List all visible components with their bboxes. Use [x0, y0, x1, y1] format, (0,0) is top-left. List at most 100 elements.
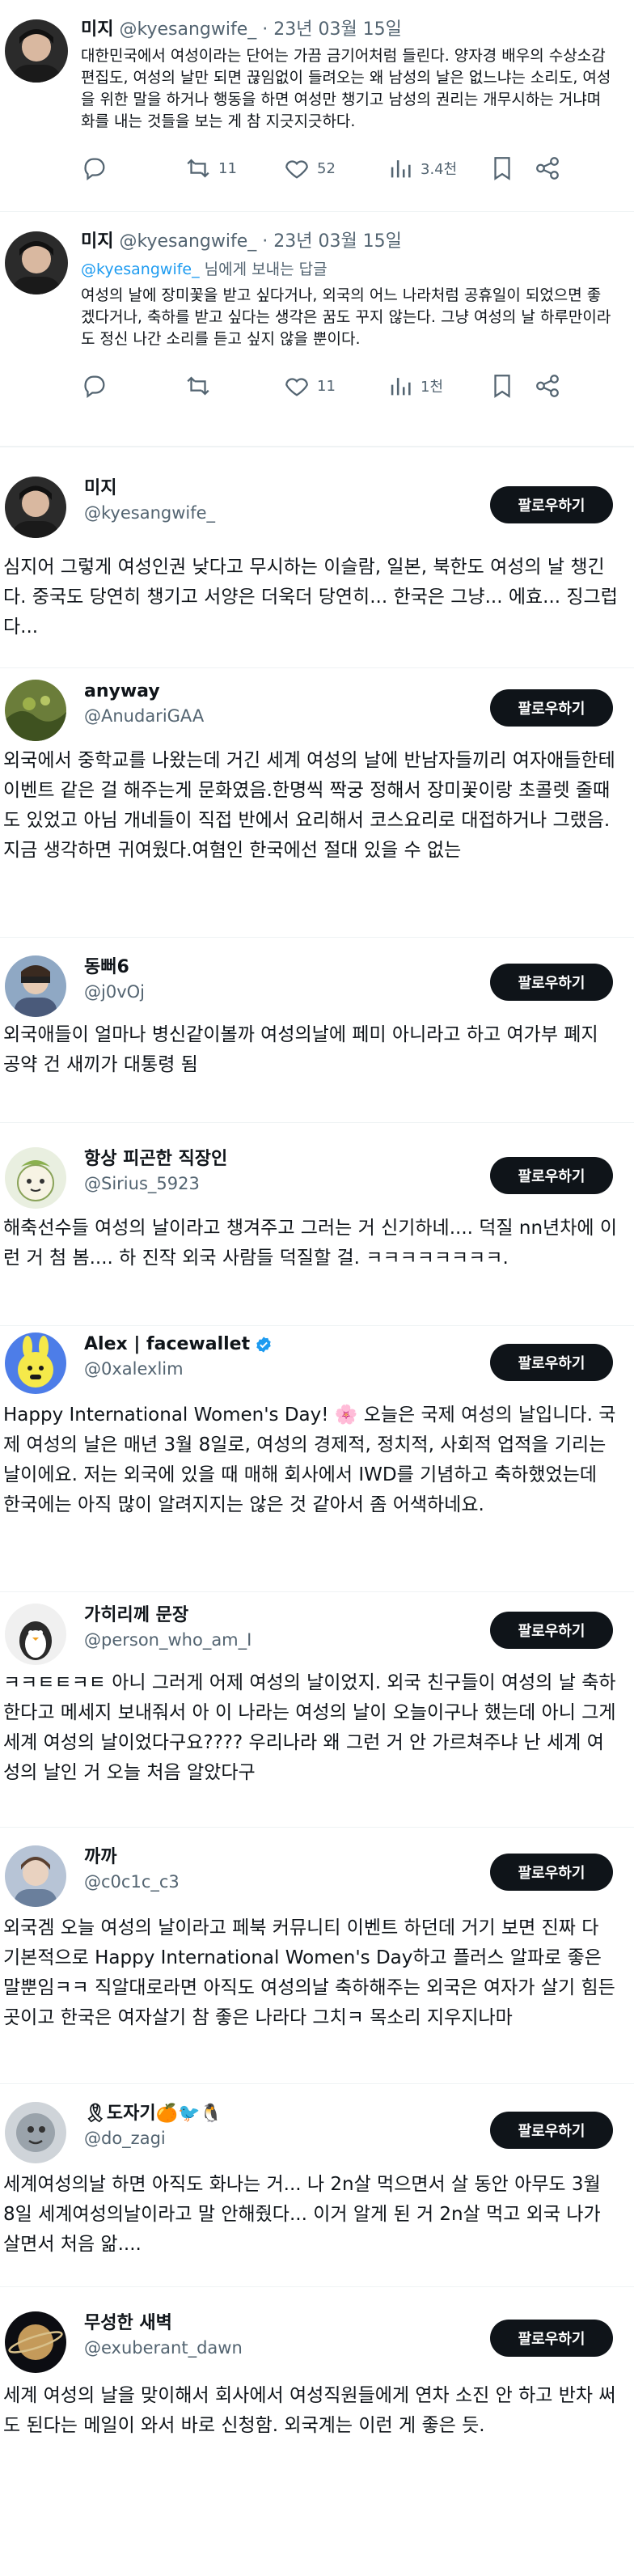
user-bio: 외국겜 오늘 여성의 날이라고 페북 커뮤니티 이벤트 하던데 거기 보면 진짜… [3, 1917, 615, 2028]
avatar[interactable] [5, 477, 66, 538]
tweet-text: 여성의 날에 장미꽃을 받고 싶다거나, 외국의 어느 나라처럼 공휴일이 되었… [81, 286, 611, 348]
user-names: 무성한 새벽 @exuberant_dawn [84, 2311, 243, 2360]
user-names: 항상 피곤한 직장인 @Sirius_5923 [84, 1147, 227, 1196]
user-card[interactable]: 까까 @c0c1c_c3 팔로우하기 외국겜 오늘 여성의 날이라고 페북 커뮤… [0, 1827, 634, 2083]
bookmark-icon [494, 157, 510, 180]
avatar[interactable] [5, 2102, 66, 2163]
user-handle[interactable]: @Sirius_5923 [84, 1171, 227, 1196]
user-name[interactable]: anyway [84, 680, 204, 704]
tweet-actions: 11 52 3.4천 [81, 152, 611, 184]
user-name[interactable]: 동뻐6 [84, 955, 145, 980]
follow-button[interactable]: 팔로우하기 [490, 689, 613, 727]
follow-button[interactable]: 팔로우하기 [490, 2320, 613, 2357]
retweet-icon [187, 376, 209, 396]
retweet-button[interactable]: 11 [184, 155, 283, 182]
views-icon [391, 160, 411, 178]
user-bio: ㅋㅋㅌㅌㅋㅌ 아니 그러게 어제 여성의 날이었지. 외국 친구들이 여성의 날… [3, 1672, 616, 1783]
user-bio: 심지어 그렇게 여성인권 낮다고 무시하는 이슬람, 일본, 북한도 여성의 날… [3, 557, 618, 638]
avatar[interactable] [5, 680, 66, 741]
user-card[interactable]: 항상 피곤한 직장인 @Sirius_5923 팔로우하기 해축선수들 여성의 … [0, 1122, 634, 1325]
views-button[interactable]: 3.4천 [387, 155, 488, 182]
like-button[interactable]: 52 [283, 155, 387, 182]
avatar[interactable] [5, 1845, 66, 1907]
user-name[interactable]: 무성한 새벽 [84, 2311, 243, 2336]
bookmark-button[interactable] [488, 372, 534, 400]
user-card[interactable]: Alex | facewallet @0xalexlim 팔로우하기 Happy… [0, 1325, 634, 1591]
follow-button[interactable]: 팔로우하기 [490, 964, 613, 1001]
user-handle[interactable]: @do_zagi [84, 2126, 222, 2150]
tweet-date[interactable]: · 23년 03월 15일 [262, 231, 402, 252]
user-card[interactable]: 미지 @kyesangwife_ 팔로우하기 심지어 그렇게 여성인권 낮다고 … [0, 447, 634, 667]
tweet[interactable]: 미지 @kyesangwife_ · 23년 03월 15일 대한민국에서 여성… [0, 0, 634, 212]
user-names: 가히리께 문장 @person_who_am_I [84, 1604, 251, 1652]
follow-button[interactable]: 팔로우하기 [490, 1612, 613, 1649]
user-names: 동뻐6 @j0vOj [84, 955, 145, 1004]
reply-mention-link[interactable]: @kyesangwife_ [81, 261, 200, 278]
author-handle[interactable]: @kyesangwife_ [119, 231, 256, 252]
user-card[interactable]: anyway @AnudariGAA 팔로우하기 외국에서 중학교를 나왔는데 … [0, 667, 634, 937]
like-button[interactable]: 11 [283, 372, 387, 400]
reply-context: @kyesangwife_ 님에게 보내는 답글 [81, 257, 611, 282]
retweet-button[interactable] [184, 372, 283, 400]
user-name[interactable]: Alex | facewallet [84, 1332, 250, 1357]
user-name[interactable]: 항상 피곤한 직장인 [84, 1147, 227, 1171]
bookmark-button[interactable] [488, 155, 534, 182]
user-handle[interactable]: @0xalexlim [84, 1357, 273, 1381]
reply-button[interactable] [81, 372, 184, 400]
avatar[interactable] [5, 2311, 66, 2373]
user-handle[interactable]: @j0vOj [84, 980, 145, 1004]
retweet-count: 11 [218, 159, 237, 177]
user-names: 🎗도자기🍊🐦🐧 @do_zagi [84, 2102, 222, 2150]
author-name[interactable]: 미지 [81, 231, 113, 252]
user-card[interactable]: 🎗도자기🍊🐦🐧 @do_zagi 팔로우하기 세계여성의날 하면 아직도 화나는… [0, 2083, 634, 2286]
tweet[interactable]: 미지 @kyesangwife_ · 23년 03월 15일 @kyesangw… [0, 212, 634, 447]
follow-button[interactable]: 팔로우하기 [490, 1157, 613, 1194]
user-card[interactable]: 동뻐6 @j0vOj 팔로우하기 외국애들이 얼마나 병신같이볼까 여성의날에 … [0, 937, 634, 1122]
like-count: 11 [317, 377, 336, 395]
avatar[interactable] [5, 1604, 66, 1665]
user-names: 까까 @c0c1c_c3 [84, 1845, 180, 1894]
tweet-text: 대한민국에서 여성이라는 단어는 가끔 금기어처럼 들린다. 양자경 배우의 수… [81, 47, 611, 130]
verified-badge-icon [256, 1337, 271, 1353]
author-name[interactable]: 미지 [81, 19, 113, 40]
user-bio: 외국에서 중학교를 나왔는데 거긴 세계 여성의 날에 반남자들끼리 여자애들한… [3, 750, 615, 861]
user-card[interactable]: 가히리께 문장 @person_who_am_I 팔로우하기 ㅋㅋㅌㅌㅋㅌ 아니… [0, 1591, 634, 1827]
user-handle[interactable]: @c0c1c_c3 [84, 1870, 180, 1894]
user-bio: 해축선수들 여성의 날이라고 챙겨주고 그러는 거 신기하네.... 덕질 nn… [3, 1218, 617, 1269]
user-handle[interactable]: @AnudariGAA [84, 704, 204, 728]
avatar[interactable] [5, 19, 68, 83]
user-name[interactable]: 가히리께 문장 [84, 1604, 251, 1628]
reply-button[interactable] [81, 155, 184, 182]
share-button[interactable] [534, 372, 566, 400]
view-count: 3.4천 [421, 161, 458, 178]
user-handle[interactable]: @kyesangwife_ [84, 501, 215, 525]
reply-icon [84, 158, 105, 181]
user-names: anyway @AnudariGAA [84, 680, 204, 728]
user-bio: 세계 여성의 날을 맞이해서 회사에서 여성직원들에게 연차 소진 안 하고 반… [3, 2385, 616, 2436]
heart-icon [285, 378, 308, 396]
tweet-header: 미지 @kyesangwife_ · 23년 03월 15일 [81, 230, 611, 254]
user-name[interactable]: 까까 [84, 1845, 180, 1870]
reply-icon [84, 375, 105, 399]
avatar[interactable] [5, 955, 66, 1017]
user-bio: 외국애들이 얼마나 병신같이볼까 여성의날에 페미 아니라고 하고 여가부 폐지… [3, 1024, 598, 1075]
tweet-date[interactable]: · 23년 03월 15일 [262, 19, 402, 40]
avatar[interactable] [5, 231, 68, 294]
user-card[interactable]: 무성한 새벽 @exuberant_dawn 팔로우하기 세계 여성의 날을 맞… [0, 2286, 634, 2510]
avatar[interactable] [5, 1332, 66, 1394]
avatar[interactable] [5, 1147, 66, 1209]
share-icon [536, 375, 559, 397]
follow-button[interactable]: 팔로우하기 [490, 1344, 613, 1381]
author-handle[interactable]: @kyesangwife_ [119, 19, 256, 40]
user-name[interactable]: 미지 [84, 477, 215, 501]
tweet-actions: 11 1천 [81, 370, 611, 402]
user-name[interactable]: 🎗도자기🍊🐦🐧 [84, 2102, 222, 2126]
view-count: 1천 [421, 379, 444, 396]
share-button[interactable] [534, 155, 566, 182]
follow-button[interactable]: 팔로우하기 [490, 1854, 613, 1891]
follow-button[interactable]: 팔로우하기 [490, 2112, 613, 2149]
follow-button[interactable]: 팔로우하기 [490, 486, 613, 523]
user-handle[interactable]: @person_who_am_I [84, 1628, 251, 1652]
views-button[interactable]: 1천 [387, 372, 488, 400]
user-handle[interactable]: @exuberant_dawn [84, 2336, 243, 2360]
